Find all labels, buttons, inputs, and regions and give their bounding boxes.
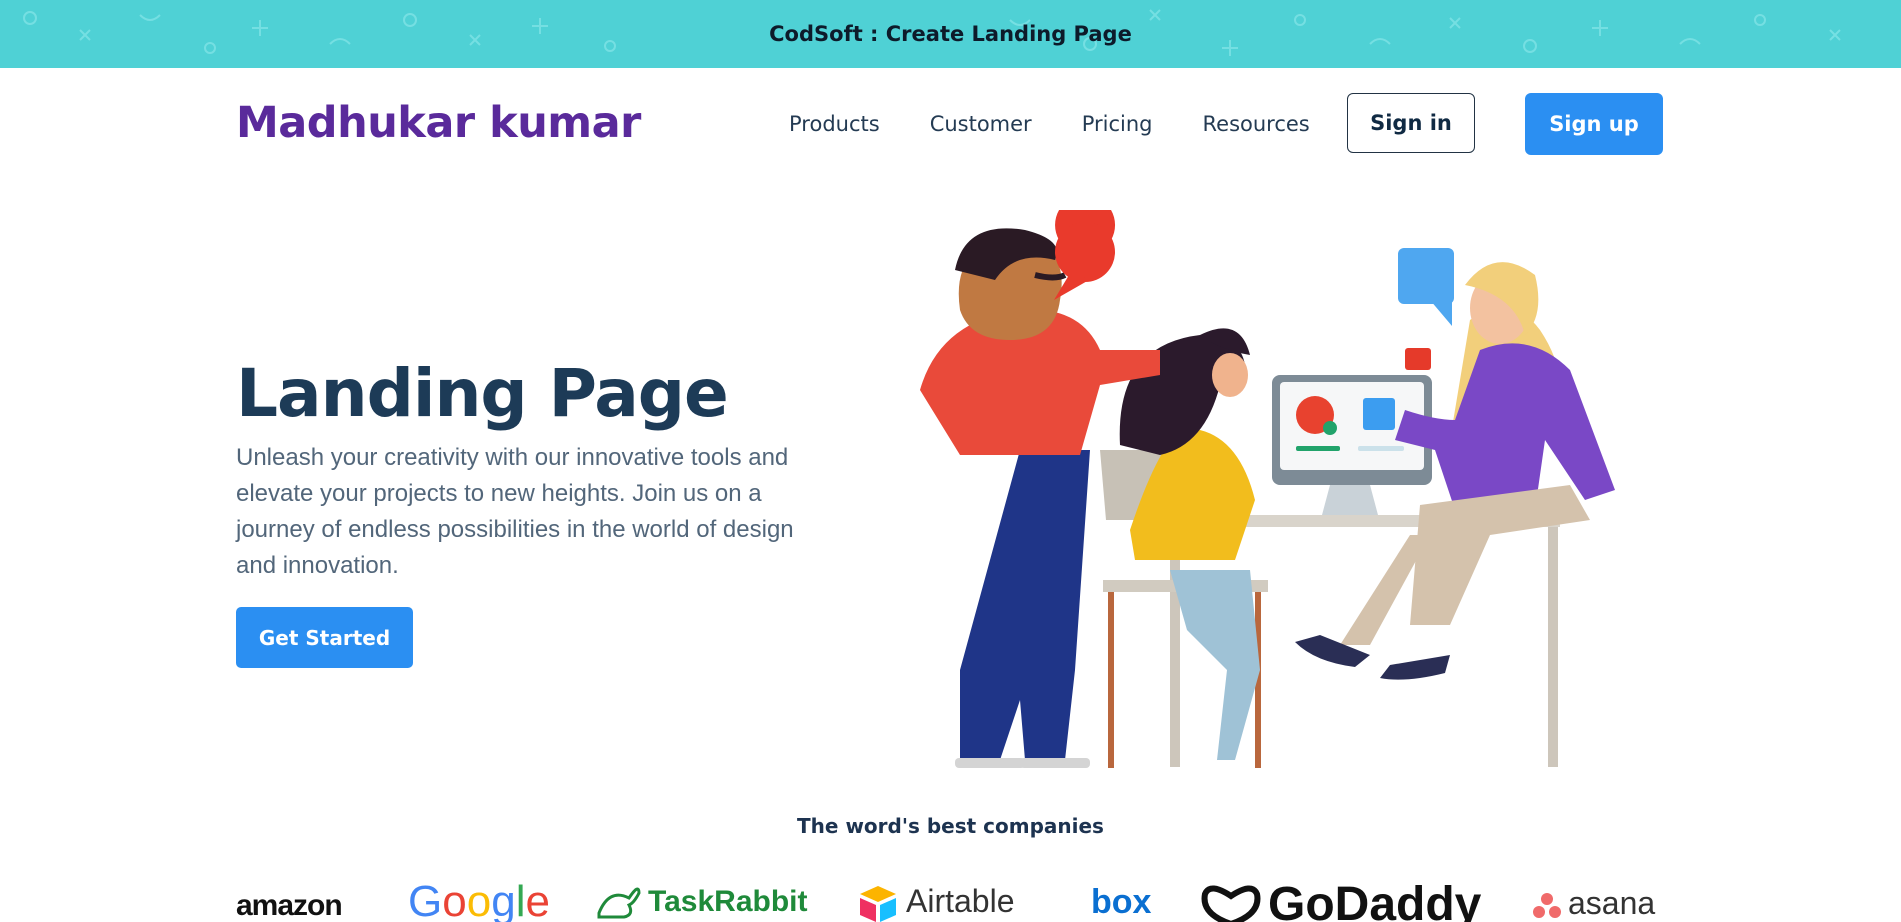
logo-amazon: amazon — [236, 889, 343, 922]
logo-taskrabbit: TaskRabbit — [594, 883, 807, 922]
hero-title: Landing Page — [236, 355, 729, 432]
sign-up-button[interactable]: Sign up — [1525, 93, 1663, 155]
announcement-bar: CodSoft : Create Landing Page — [0, 0, 1901, 68]
navbar: Madhukar kumar Products Customer Pricing… — [0, 68, 1901, 180]
nav-link-pricing[interactable]: Pricing — [1082, 112, 1153, 136]
logo-asana: asana — [1532, 885, 1655, 922]
rabbit-icon — [597, 887, 641, 919]
logo-google: Google — [408, 877, 550, 922]
hero-illustration — [920, 210, 1615, 768]
get-started-button[interactable]: Get Started — [236, 607, 413, 668]
nav-links: Products Customer Pricing Resources — [789, 112, 1360, 136]
godaddy-mark-icon — [1201, 885, 1261, 922]
nav-link-products[interactable]: Products — [789, 112, 880, 136]
nav-link-customer[interactable]: Customer — [930, 112, 1032, 136]
logo-godaddy: GoDaddy — [1200, 877, 1481, 922]
company-logos: amazon Google TaskRabbit Airtable box Go… — [236, 875, 1666, 922]
brand-logo[interactable]: Madhukar kumar — [236, 98, 641, 148]
sign-in-button[interactable]: Sign in — [1347, 93, 1475, 153]
announcement-title: CodSoft : Create Landing Page — [769, 22, 1132, 46]
nav-link-resources[interactable]: Resources — [1203, 112, 1310, 136]
logo-box: box — [1091, 883, 1152, 921]
airtable-cube-icon — [860, 885, 896, 922]
companies-title: The word's best companies — [797, 814, 1104, 838]
logo-airtable: Airtable — [856, 883, 1015, 922]
hero-description: Unleash your creativity with our innovat… — [236, 444, 794, 579]
asana-dots-icon — [1533, 892, 1561, 918]
